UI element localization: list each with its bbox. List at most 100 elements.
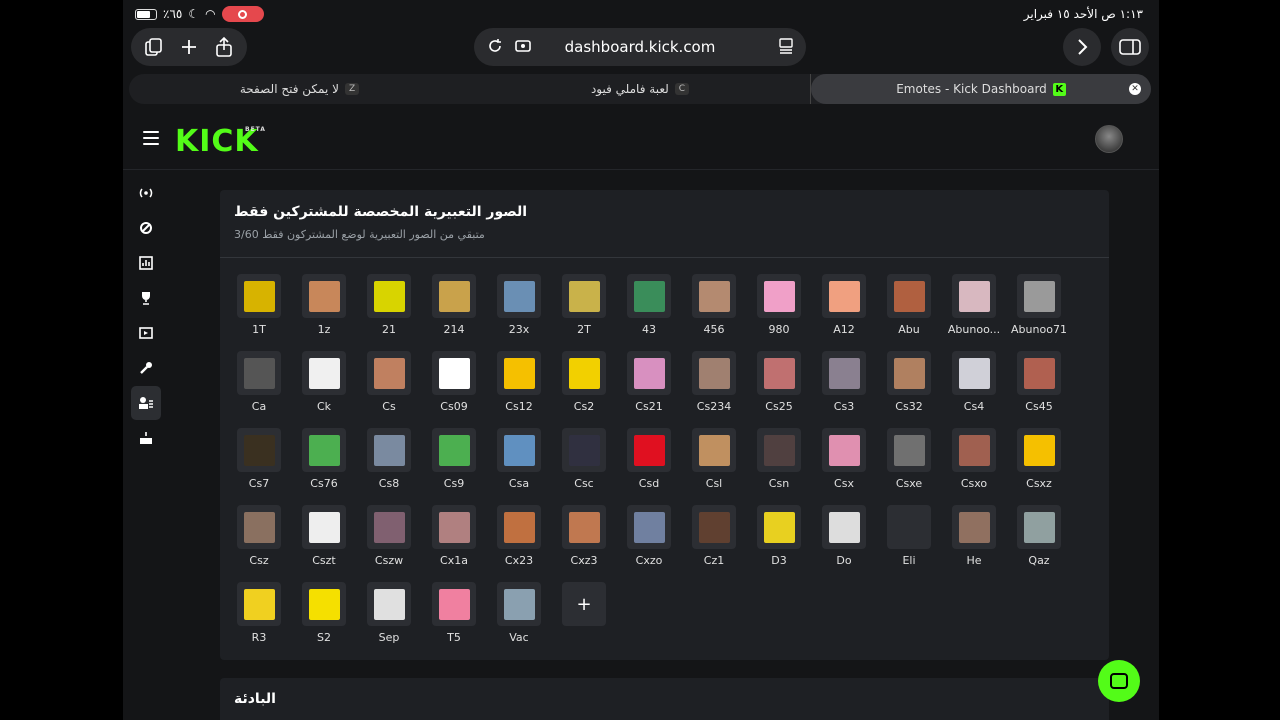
- emote-item[interactable]: Cxzo: [621, 501, 686, 571]
- emote-item[interactable]: D3: [751, 501, 816, 571]
- emote-item[interactable]: 43: [621, 270, 686, 340]
- screen-record-icon[interactable]: [221, 6, 264, 22]
- emote-item[interactable]: Cxz3: [556, 501, 621, 571]
- emote-item[interactable]: 2T: [556, 270, 621, 340]
- emote-item[interactable]: Eli: [881, 501, 946, 571]
- emote-item[interactable]: Cs4: [946, 347, 1011, 417]
- avatar[interactable]: [1095, 125, 1123, 153]
- emote-item[interactable]: Cs09: [426, 347, 491, 417]
- chart-icon[interactable]: [131, 246, 161, 280]
- emote-item[interactable]: R3: [231, 578, 296, 648]
- emote-item[interactable]: 214: [426, 270, 491, 340]
- emote-item[interactable]: 21: [361, 270, 426, 340]
- emote-item[interactable]: Cszt: [296, 501, 361, 571]
- share-icon[interactable]: [211, 34, 237, 60]
- emote-item[interactable]: Csx: [816, 424, 881, 494]
- emote-label: Abunoo71: [1011, 323, 1067, 336]
- browser-toolbar: dashboard.kick.com: [123, 28, 1159, 68]
- emote-label: Cs25: [765, 400, 793, 413]
- tab-emotes-dashboard[interactable]: Emotes - Kick Dashboard K ✕: [811, 74, 1151, 104]
- emote-item[interactable]: Ca: [231, 347, 296, 417]
- forward-button[interactable]: [1063, 28, 1101, 66]
- emote-item[interactable]: Abunoo71: [1011, 270, 1076, 340]
- cake-icon[interactable]: [131, 421, 161, 455]
- emote-item[interactable]: Cz1: [686, 501, 751, 571]
- emote-item[interactable]: Csc: [556, 424, 621, 494]
- wrench-icon[interactable]: [131, 351, 161, 385]
- emote-item[interactable]: Ck: [296, 347, 361, 417]
- emote-label: Cs7: [248, 477, 270, 490]
- emote-item[interactable]: Abunoo...: [946, 270, 1011, 340]
- emote-item[interactable]: Csxe: [881, 424, 946, 494]
- address-bar[interactable]: dashboard.kick.com: [474, 28, 806, 66]
- emote-item[interactable]: Cs3: [816, 347, 881, 417]
- emote-label: 980: [768, 323, 790, 336]
- emote-item[interactable]: Cs2: [556, 347, 621, 417]
- link-icon[interactable]: [131, 211, 161, 245]
- tab-family-feud[interactable]: لعبة فاملي فيود C: [470, 74, 811, 104]
- sidebar-toggle-button[interactable]: [1111, 28, 1149, 66]
- emote-item[interactable]: Csxo: [946, 424, 1011, 494]
- emote-item[interactable]: 980: [751, 270, 816, 340]
- close-tab-icon[interactable]: ✕: [1129, 83, 1141, 95]
- emote-item[interactable]: Csa: [491, 424, 556, 494]
- emote-item[interactable]: Cs76: [296, 424, 361, 494]
- tabs-overview-icon[interactable]: [141, 34, 167, 60]
- emote-label: 1z: [317, 323, 331, 336]
- emote-item[interactable]: Cs7: [231, 424, 296, 494]
- emote-item[interactable]: 1z: [296, 270, 361, 340]
- emote-item[interactable]: Csd: [621, 424, 686, 494]
- emote-item[interactable]: Qaz: [1011, 501, 1076, 571]
- emote-image: [308, 280, 340, 312]
- emote-item[interactable]: Cs9: [426, 424, 491, 494]
- menu-icon[interactable]: [143, 131, 159, 145]
- support-chat-button[interactable]: [1098, 660, 1140, 702]
- plus-icon: +: [562, 582, 606, 626]
- emote-item[interactable]: Cs234: [686, 347, 751, 417]
- emote-item[interactable]: A12: [816, 270, 881, 340]
- video-icon[interactable]: [131, 316, 161, 350]
- emote-item[interactable]: Cs25: [751, 347, 816, 417]
- emote-item[interactable]: Cszw: [361, 501, 426, 571]
- emote-item[interactable]: He: [946, 501, 1011, 571]
- emote-label: Cxzo: [635, 554, 663, 567]
- emote-label: 21: [382, 323, 396, 336]
- broadcast-icon[interactable]: [131, 176, 161, 210]
- emote-item[interactable]: Cs: [361, 347, 426, 417]
- trophy-icon[interactable]: [131, 281, 161, 315]
- emote-item[interactable]: Vac: [491, 578, 556, 648]
- emote-item[interactable]: Cs21: [621, 347, 686, 417]
- emote-item[interactable]: Csxz: [1011, 424, 1076, 494]
- emote-thumbnail: [237, 351, 281, 395]
- emote-item[interactable]: Cx23: [491, 501, 556, 571]
- emote-item[interactable]: Csn: [751, 424, 816, 494]
- tab-cannot-open[interactable]: لا يمكن فتح الصفحة Z: [129, 74, 470, 104]
- extensions-icon[interactable]: [514, 37, 534, 55]
- emote-item[interactable]: Abu: [881, 270, 946, 340]
- emote-item[interactable]: 456: [686, 270, 751, 340]
- emote-item[interactable]: 1T: [231, 270, 296, 340]
- emote-image: [438, 434, 470, 466]
- reload-icon[interactable]: [486, 37, 504, 55]
- kick-logo[interactable]: KICK BETA: [175, 124, 265, 159]
- emote-item[interactable]: Csl: [686, 424, 751, 494]
- emote-item[interactable]: Cs32: [881, 347, 946, 417]
- emote-item[interactable]: T5: [426, 578, 491, 648]
- reader-icon[interactable]: [778, 37, 794, 59]
- emote-thumbnail: [757, 428, 801, 472]
- emote-item[interactable]: 23x: [491, 270, 556, 340]
- emote-item[interactable]: Cx1a: [426, 501, 491, 571]
- emote-image: [243, 588, 275, 620]
- emote-label: Csn: [768, 477, 790, 490]
- add-emote-button[interactable]: +: [556, 578, 621, 648]
- emote-item[interactable]: Cs45: [1011, 347, 1076, 417]
- emote-item[interactable]: Do: [816, 501, 881, 571]
- chat-icon: [1110, 673, 1128, 689]
- emote-item[interactable]: Cs12: [491, 347, 556, 417]
- users-icon[interactable]: [131, 386, 161, 420]
- new-tab-icon[interactable]: [176, 34, 202, 60]
- emote-item[interactable]: Sep: [361, 578, 426, 648]
- emote-item[interactable]: S2: [296, 578, 361, 648]
- emote-item[interactable]: Csz: [231, 501, 296, 571]
- emote-item[interactable]: Cs8: [361, 424, 426, 494]
